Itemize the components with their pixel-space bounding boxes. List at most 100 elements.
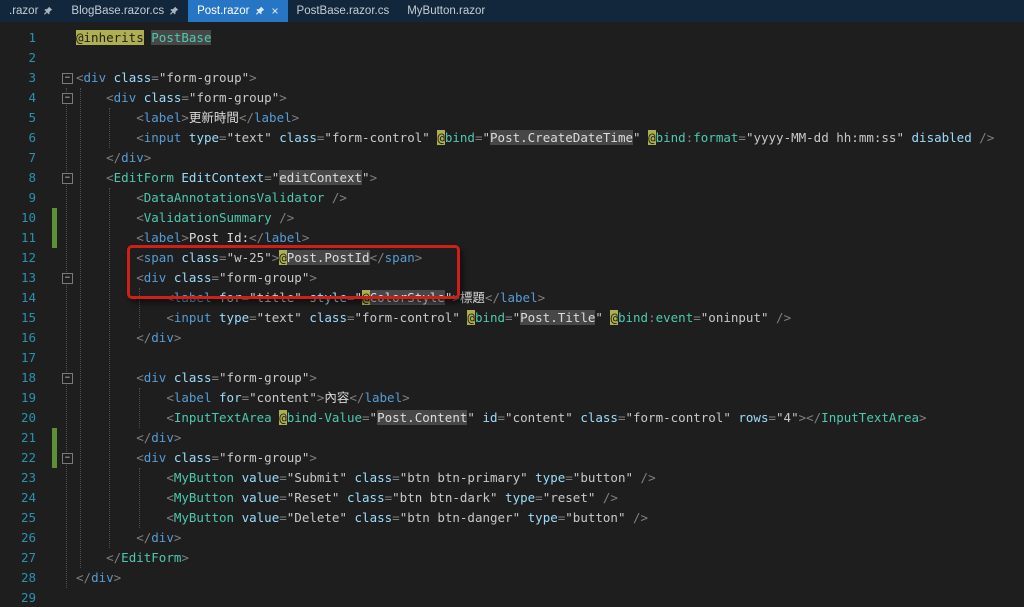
- fold-toggle-icon[interactable]: −: [62, 73, 73, 84]
- code-line: 4 − <div class="form-group">: [0, 88, 1024, 108]
- change-tracking-bar: [52, 368, 57, 388]
- code-text: <input type="text" class="form-control" …: [166, 310, 792, 325]
- code-line: 24 <MyButton value="Reset" class="btn bt…: [0, 488, 1024, 508]
- line-number: 21: [20, 430, 36, 445]
- line-number: 6: [28, 130, 36, 145]
- code-line: 18 − <div class="form-group">: [0, 368, 1024, 388]
- code-line: 28 </div>: [0, 568, 1024, 588]
- fold-toggle-icon[interactable]: −: [62, 373, 73, 384]
- tab-bar: .razor BlogBase.razor.cs Post.razor × PostBa…: [0, 0, 1024, 22]
- fold-toggle-icon[interactable]: −: [62, 273, 73, 284]
- line-number: 5: [28, 110, 36, 125]
- visual-studio-window: .razor BlogBase.razor.cs Post.razor × PostBa…: [0, 0, 1024, 607]
- change-tracking-bar: [52, 388, 57, 408]
- tab-label: MyButton.razor: [407, 5, 486, 17]
- change-tracking-bar: [52, 468, 57, 488]
- outlining-margin: [60, 428, 76, 448]
- code-text: <div class="form-group">: [76, 70, 257, 85]
- line-number: 20: [20, 410, 36, 425]
- code-text: <div class="form-group">: [106, 90, 287, 105]
- line-number: 9: [28, 190, 36, 205]
- outlining-margin: [60, 48, 76, 68]
- line-number: 23: [20, 470, 36, 485]
- outlining-margin: [60, 348, 76, 368]
- editor-tab-mybutton-razor[interactable]: MyButton.razor: [398, 0, 494, 22]
- code-line: 3 − <div class="form-group">: [0, 68, 1024, 88]
- line-number: 19: [20, 390, 36, 405]
- code-text: </div>: [76, 570, 122, 585]
- pin-icon[interactable]: [169, 6, 179, 16]
- pin-icon[interactable]: [255, 6, 265, 16]
- change-tracking-bar: [52, 48, 57, 68]
- code-text: </EditForm>: [106, 550, 189, 565]
- tab-label: Post.razor: [197, 5, 250, 17]
- code-text: @inherits PostBase: [76, 30, 212, 45]
- line-number: 29: [20, 590, 36, 605]
- outlining-margin: [60, 28, 76, 48]
- outlining-margin: [60, 328, 76, 348]
- code-line: 20 <InputTextArea @bind-Value="Post.Cont…: [0, 408, 1024, 428]
- editor-tab-post-razor[interactable]: Post.razor ×: [188, 0, 288, 22]
- change-tracking-bar: [52, 508, 57, 528]
- code-line: 16 </div>: [0, 328, 1024, 348]
- code-text: <div class="form-group">: [136, 450, 317, 465]
- change-tracking-bar: [52, 208, 57, 228]
- change-tracking-bar: [52, 248, 57, 268]
- code-line: 29: [0, 588, 1024, 607]
- code-text: </div>: [136, 530, 182, 545]
- code-line: 17: [0, 348, 1024, 368]
- line-number: 17: [20, 350, 36, 365]
- editor-tab-blogbase-razor-cs[interactable]: BlogBase.razor.cs: [62, 0, 188, 22]
- code-text: <label>更新時間</label>: [136, 110, 300, 125]
- code-editor[interactable]: 1 @inherits PostBase 2 3− <div class="form-g…: [0, 22, 1024, 607]
- pin-icon[interactable]: [43, 6, 53, 16]
- line-number: 10: [20, 210, 36, 225]
- outlining-margin: [60, 388, 76, 408]
- change-tracking-bar: [52, 28, 57, 48]
- change-tracking-bar: [52, 528, 57, 548]
- fold-toggle-icon[interactable]: −: [62, 453, 73, 464]
- outlining-margin: −: [60, 88, 76, 108]
- fold-toggle-icon[interactable]: −: [62, 93, 73, 104]
- code-text: <MyButton value="Delete" class="btn btn-…: [166, 510, 649, 525]
- line-number: 11: [20, 230, 36, 245]
- line-number: 28: [20, 570, 36, 585]
- change-tracking-bar: [52, 408, 57, 428]
- change-tracking-bar: [52, 188, 57, 208]
- line-number: 12: [20, 250, 36, 265]
- outlining-margin: [60, 128, 76, 148]
- change-tracking-bar: [52, 548, 57, 568]
- line-number: 15: [20, 310, 36, 325]
- code-text: <label for="content">內容</label>: [166, 390, 410, 405]
- outlining-margin: −: [60, 68, 76, 88]
- line-number: 25: [20, 510, 36, 525]
- change-tracking-bar: [52, 328, 57, 348]
- editor-tab--razor[interactable]: .razor: [0, 0, 62, 22]
- outlining-margin: [60, 548, 76, 568]
- code-text: <MyButton value="Submit" class="btn btn-…: [166, 470, 656, 485]
- line-number: 14: [20, 290, 36, 305]
- change-tracking-bar: [52, 488, 57, 508]
- outlining-margin: [60, 248, 76, 268]
- tab-label: PostBase.razor.cs: [296, 5, 390, 17]
- change-tracking-bar: [52, 68, 57, 88]
- editor-tab-postbase-razor-cs[interactable]: PostBase.razor.cs: [288, 0, 399, 22]
- code-line: 22 − <div class="form-group">: [0, 448, 1024, 468]
- change-tracking-bar: [52, 168, 57, 188]
- code-text: <DataAnnotationsValidator />: [136, 190, 347, 205]
- close-icon[interactable]: ×: [272, 5, 279, 17]
- change-tracking-bar: [52, 148, 57, 168]
- fold-toggle-icon[interactable]: −: [62, 173, 73, 184]
- code-text: </div>: [136, 430, 182, 445]
- line-number: 8: [28, 170, 36, 185]
- line-number: 7: [28, 150, 36, 165]
- change-tracking-bar: [52, 288, 57, 308]
- code-line: 19 <label for="content">內容</label>: [0, 388, 1024, 408]
- code-line: 2: [0, 48, 1024, 68]
- line-number: 2: [28, 50, 36, 65]
- outlining-margin: −: [60, 448, 76, 468]
- outlining-margin: [60, 468, 76, 488]
- change-tracking-bar: [52, 428, 57, 448]
- outlining-margin: [60, 148, 76, 168]
- change-tracking-bar: [52, 228, 57, 248]
